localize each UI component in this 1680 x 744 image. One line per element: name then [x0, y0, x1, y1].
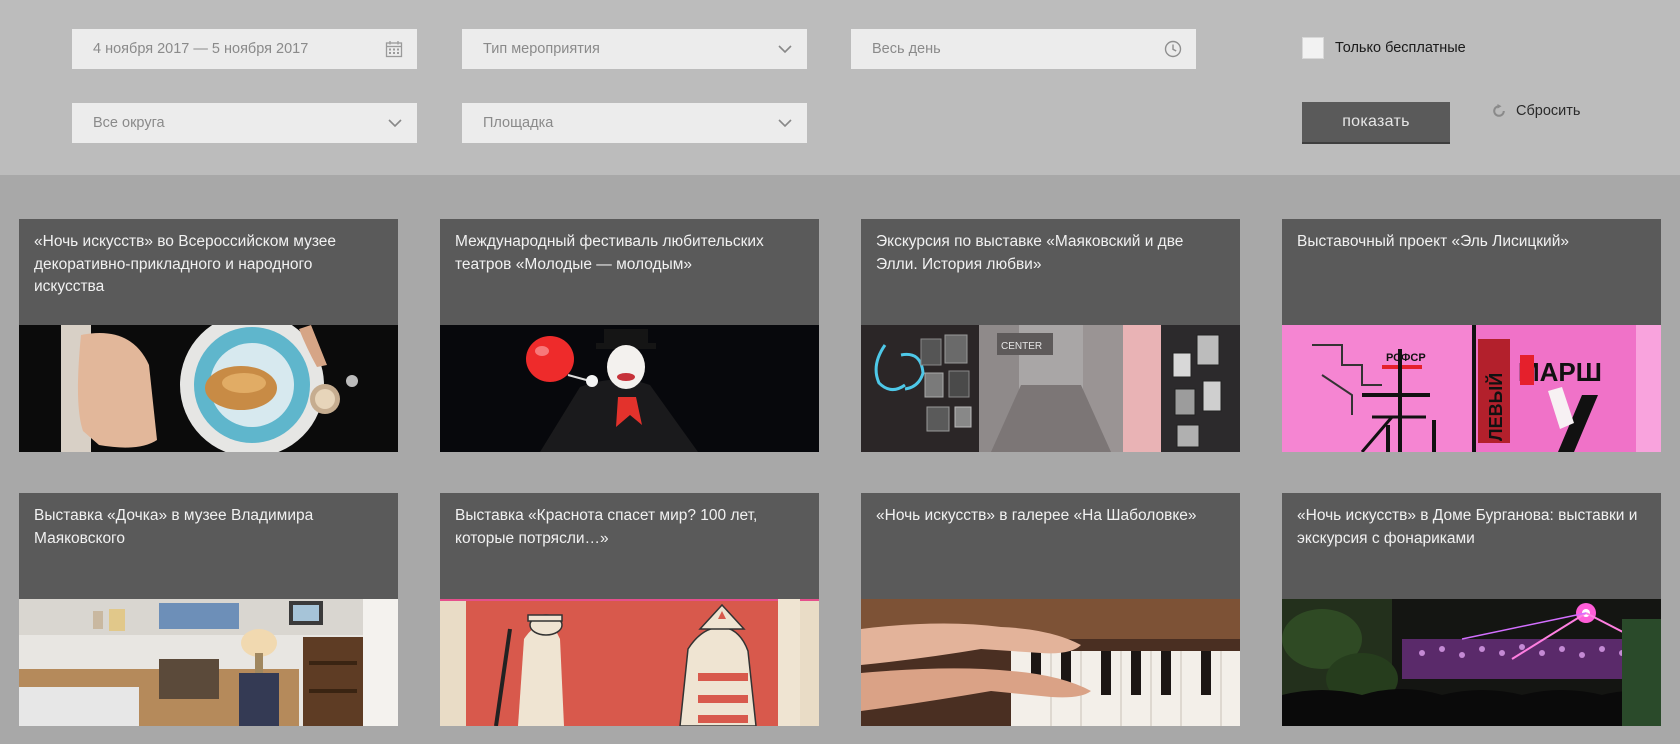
- event-title: «Ночь искусств» в галерее «На Шаболовке»: [876, 507, 1197, 524]
- event-title: Выставочный проект «Эль Лисицкий»: [1297, 233, 1569, 250]
- event-card[interactable]: Выставка «Краснота спасет мир? 100 лет, …: [440, 493, 819, 726]
- event-title: «Ночь искусств» в Доме Бурганова: выстав…: [1297, 507, 1638, 547]
- event-image: [19, 325, 398, 452]
- event-title: «Ночь искусств» во Всероссийском музее д…: [34, 233, 337, 295]
- event-image: [440, 599, 819, 726]
- event-card[interactable]: «Ночь искусств» в галерее «На Шаболовке»: [861, 493, 1240, 726]
- free-only-checkbox[interactable]: [1302, 37, 1324, 59]
- chevron-down-icon: [387, 118, 403, 128]
- free-only-toggle[interactable]: Только бесплатные: [1302, 37, 1466, 59]
- time-field[interactable]: Весь день: [851, 29, 1196, 69]
- event-image: [861, 599, 1240, 726]
- date-range-field[interactable]: 4 ноября 2017 — 5 ноября 2017: [72, 29, 417, 69]
- event-title: Выставка «Дочка» в музее Владимира Маяко…: [34, 507, 314, 547]
- event-card[interactable]: Международный фестиваль любительских теа…: [440, 219, 819, 452]
- event-type-value: Тип мероприятия: [483, 41, 600, 57]
- event-image: CENTER: [861, 325, 1240, 452]
- event-card[interactable]: Выставка «Дочка» в музее Владимира Маяко…: [19, 493, 398, 726]
- event-type-select[interactable]: Тип мероприятия: [462, 29, 807, 69]
- event-card[interactable]: «Ночь искусств» во Всероссийском музее д…: [19, 219, 398, 452]
- venue-select[interactable]: Площадка: [462, 103, 807, 143]
- event-title: Экскурсия по выставке «Маяковский и две …: [876, 233, 1184, 273]
- filter-panel: 4 ноября 2017 — 5 ноября 2017 Тип меропр…: [0, 0, 1680, 175]
- free-only-label: Только бесплатные: [1335, 40, 1466, 56]
- reset-label: Сбросить: [1516, 103, 1581, 119]
- district-select[interactable]: Все округа: [72, 103, 417, 143]
- chevron-down-icon: [777, 118, 793, 128]
- event-title: Выставка «Краснота спасет мир? 100 лет, …: [455, 507, 758, 547]
- center-sign-text: CENTER: [1001, 341, 1042, 352]
- reset-link[interactable]: Сбросить: [1492, 103, 1580, 119]
- chevron-down-icon: [777, 44, 793, 54]
- levy-text: ЛЕВЫЙ: [1485, 373, 1506, 441]
- event-card[interactable]: Выставочный проект «Эль Лисицкий» РСФСР …: [1282, 219, 1661, 452]
- event-image: РСФСР ЛЕВЫЙ МАРШ: [1282, 325, 1661, 452]
- date-range-value: 4 ноября 2017 — 5 ноября 2017: [93, 41, 309, 57]
- show-button[interactable]: показать: [1302, 102, 1450, 144]
- time-value: Весь день: [872, 41, 941, 57]
- event-image: [1282, 599, 1661, 726]
- event-title: Международный фестиваль любительских теа…: [455, 233, 764, 273]
- clock-icon[interactable]: [1164, 40, 1182, 58]
- venue-value: Площадка: [483, 115, 554, 131]
- refresh-icon: [1493, 104, 1505, 117]
- event-image: [440, 325, 819, 452]
- rsfsr-text: РСФСР: [1386, 352, 1426, 364]
- calendar-icon[interactable]: [385, 40, 403, 58]
- event-image: [19, 599, 398, 726]
- event-card[interactable]: Экскурсия по выставке «Маяковский и две …: [861, 219, 1240, 452]
- district-value: Все округа: [93, 115, 165, 131]
- event-card[interactable]: «Ночь искусств» в Доме Бурганова: выстав…: [1282, 493, 1661, 726]
